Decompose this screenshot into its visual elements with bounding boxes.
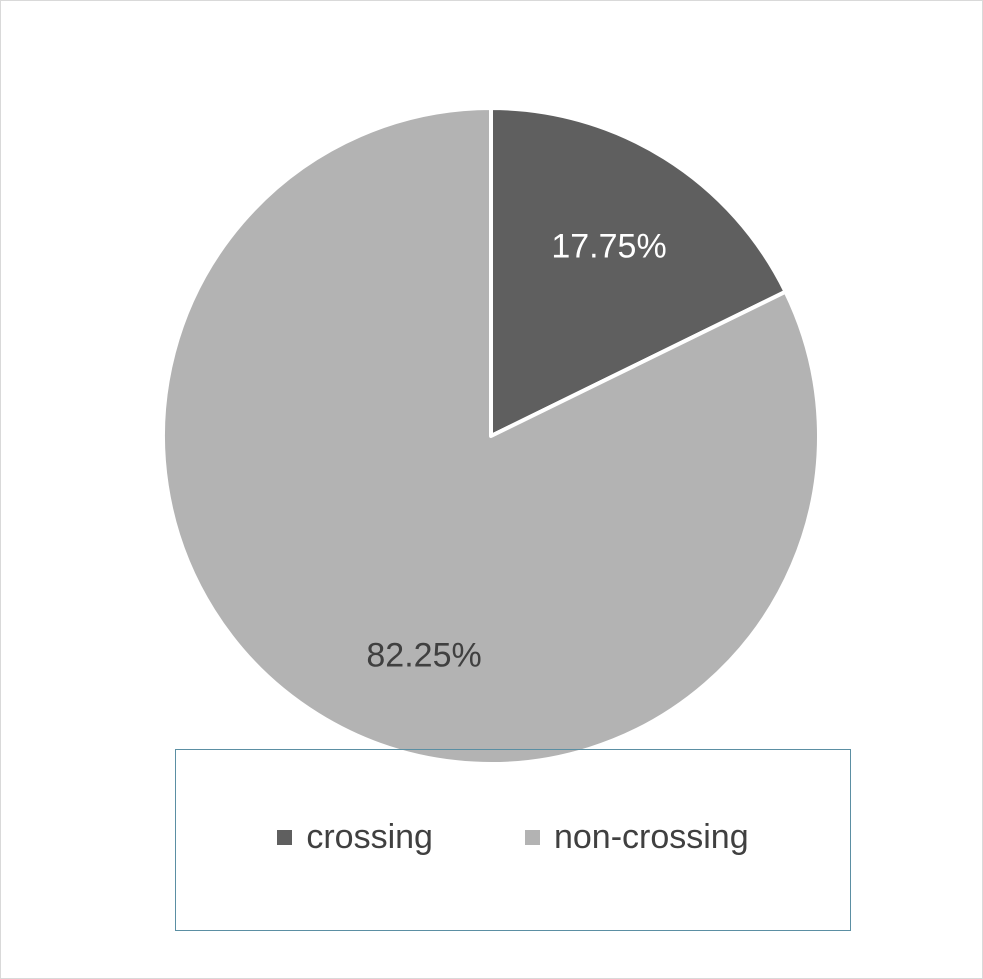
legend-swatch-crossing	[277, 830, 293, 845]
data-label-crossing: 17.75%	[551, 228, 666, 266]
legend-item-crossing: crossing	[277, 818, 433, 857]
pie-slices	[161, 106, 821, 766]
legend-items: crossing non-crossing	[176, 818, 850, 857]
legend-label-non-crossing: non-crossing	[553, 818, 749, 856]
data-label-non-crossing: 82.25%	[366, 637, 481, 675]
legend-item-non-crossing: non-crossing	[524, 818, 749, 857]
legend-swatch-non-crossing	[524, 830, 540, 845]
legend: crossing non-crossing	[175, 749, 851, 931]
legend-label-crossing: crossing	[306, 818, 433, 856]
